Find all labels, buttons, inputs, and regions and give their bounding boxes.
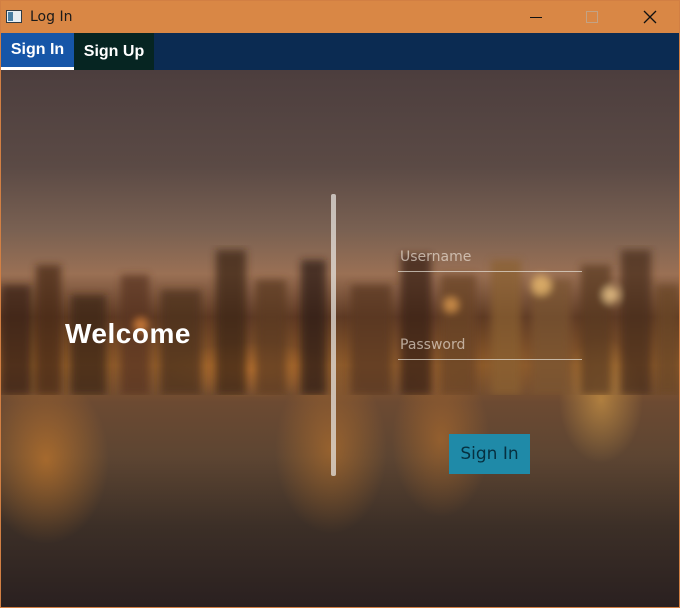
title-bar: Log In: [1, 1, 679, 33]
welcome-heading: Welcome: [65, 318, 191, 349]
username-input[interactable]: [398, 242, 582, 272]
window-title: Log In: [30, 9, 73, 25]
sign-in-button[interactable]: Sign In: [449, 434, 530, 474]
close-button[interactable]: [627, 1, 673, 33]
login-window: Log In Sign In Sign Up Welcome Username …: [0, 0, 680, 608]
maximize-button[interactable]: [569, 1, 615, 33]
close-icon: [643, 10, 657, 24]
vertical-divider: [331, 194, 336, 476]
tab-sign-up[interactable]: Sign Up: [74, 33, 154, 70]
tab-bar: Sign In Sign Up: [1, 33, 679, 70]
minimize-button[interactable]: [513, 1, 559, 33]
password-input[interactable]: [398, 330, 582, 360]
login-panel: Welcome Sign In: [1, 70, 679, 607]
app-window-icon: [6, 10, 22, 23]
minimize-icon: [530, 16, 542, 18]
tab-sign-in[interactable]: Sign In: [1, 33, 74, 70]
maximize-icon: [586, 11, 598, 23]
